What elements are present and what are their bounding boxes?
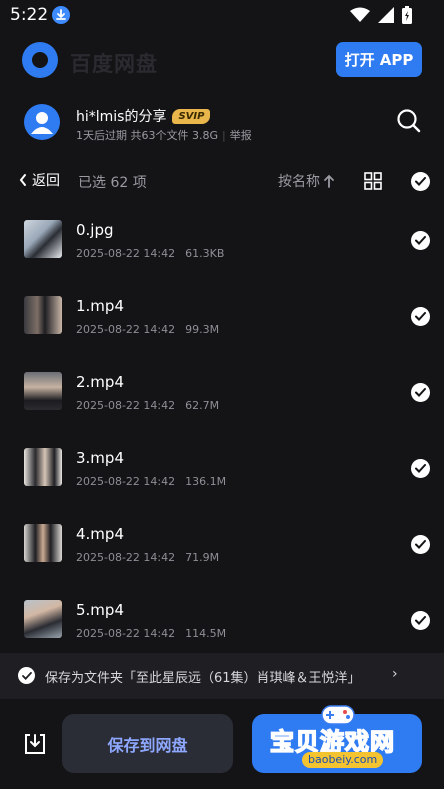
file-date: 2025-08-22 14:42 (76, 323, 176, 336)
search-icon[interactable] (396, 108, 422, 134)
list-toolbar: 返回 已选 62 项 按名称 (0, 164, 444, 198)
report-link[interactable]: 举报 (230, 129, 252, 142)
file-meta: 2025-08-22 14:42 99.3M (76, 323, 219, 336)
file-checkbox[interactable] (411, 383, 430, 402)
file-size: 99.3M (185, 323, 220, 336)
share-header: hi*lmis的分享 SVIP 1天后过期 共63个文件 3.8G | 举报 (0, 96, 444, 152)
status-bar: 5:22 (0, 0, 444, 30)
chevron-left-icon (19, 174, 26, 186)
share-meta: 1天后过期 共63个文件 3.8G | 举报 (76, 127, 252, 143)
brand-name: 百度网盘 (70, 52, 158, 76)
select-all-checkbox[interactable] (411, 172, 430, 191)
file-meta: 2025-08-22 14:42 114.5M (76, 627, 226, 640)
file-meta: 2025-08-22 14:42 71.9M (76, 551, 219, 564)
file-thumbnail (24, 296, 62, 334)
checkmark-icon (21, 671, 32, 680)
file-size: 62.7M (185, 399, 220, 412)
arrow-up-icon (324, 174, 334, 188)
app-logo (22, 42, 58, 78)
share-summary: 共63个文件 3.8G (130, 129, 219, 142)
sort-label: 按名称 (278, 174, 320, 190)
selected-count: 已选 62 项 (78, 175, 147, 191)
file-name: 3.mp4 (76, 449, 124, 467)
checkmark-icon (415, 177, 426, 186)
svip-badge: SVIP (172, 109, 211, 124)
avatar (24, 104, 60, 140)
file-date: 2025-08-22 14:42 (76, 627, 176, 640)
share-title: hi*lmis的分享 SVIP (76, 106, 211, 126)
file-row-3[interactable]: 3.mp4 2025-08-22 14:42 136.1M (0, 430, 444, 506)
file-name: 2.mp4 (76, 373, 124, 391)
file-date: 2025-08-22 14:42 (76, 399, 176, 412)
battery-icon (402, 6, 412, 28)
divider: | (222, 129, 226, 142)
save-as-folder-checkbox[interactable] (18, 667, 35, 684)
file-name: 1.mp4 (76, 297, 124, 315)
file-size: 114.5M (185, 627, 227, 640)
file-size: 71.9M (185, 551, 220, 564)
top-bar: 百度网盘 打开 APP (0, 30, 444, 92)
status-time: 5:22 (10, 5, 49, 25)
file-name: 0.jpg (76, 221, 114, 239)
file-checkbox[interactable] (411, 231, 430, 250)
wifi-icon (350, 7, 370, 27)
file-row-2[interactable]: 2.mp4 2025-08-22 14:42 62.7M (0, 354, 444, 430)
share-expiry: 1天后过期 (76, 129, 127, 142)
checkmark-icon (415, 540, 426, 549)
file-list: 0.jpg 2025-08-22 14:42 61.3KB 1.mp4 2025-… (0, 202, 444, 658)
file-date: 2025-08-22 14:42 (76, 551, 176, 564)
file-checkbox[interactable] (411, 535, 430, 554)
file-row-0[interactable]: 0.jpg 2025-08-22 14:42 61.3KB (0, 202, 444, 278)
checkmark-icon (415, 464, 426, 473)
file-date: 2025-08-22 14:42 (76, 475, 176, 488)
file-size: 136.1M (185, 475, 227, 488)
file-checkbox[interactable] (411, 459, 430, 478)
site-watermark: 宝贝游戏网 baobeiy.com (258, 702, 428, 782)
back-button[interactable]: 返回 (18, 170, 60, 190)
file-meta: 2025-08-22 14:42 61.3KB (76, 247, 224, 260)
file-thumbnail (24, 220, 62, 258)
save-as-folder-label: 保存为文件夹「至此星辰远（61集）肖琪峰＆王悦洋」 (45, 671, 361, 686)
checkmark-icon (415, 312, 426, 321)
file-thumbnail (24, 372, 62, 410)
file-thumbnail (24, 600, 62, 638)
file-name: 5.mp4 (76, 601, 124, 619)
file-row-5[interactable]: 5.mp4 2025-08-22 14:42 114.5M (0, 582, 444, 658)
bottom-action-bar: 保存到网盘 宝贝游戏网 baobeiy.com (0, 700, 444, 789)
save-as-folder-option[interactable]: 保存为文件夹「至此星辰远（61集）肖琪峰＆王悦洋」 › (0, 653, 444, 699)
open-app-button[interactable]: 打开 APP (336, 42, 422, 77)
signal-icon (378, 7, 394, 27)
file-meta: 2025-08-22 14:42 136.1M (76, 475, 226, 488)
save-to-netdisk-button[interactable]: 保存到网盘 (62, 714, 233, 773)
file-date: 2025-08-22 14:42 (76, 247, 176, 260)
file-checkbox[interactable] (411, 611, 430, 630)
download-icon[interactable] (23, 732, 47, 756)
checkmark-icon (415, 616, 426, 625)
checkmark-icon (415, 236, 426, 245)
grid-view-icon[interactable] (364, 172, 382, 190)
file-checkbox[interactable] (411, 307, 430, 326)
chevron-right-icon[interactable]: › (392, 666, 398, 682)
sort-button[interactable]: 按名称 (278, 171, 335, 191)
file-size: 61.3KB (185, 247, 225, 260)
share-owner: hi*lmis的分享 (76, 109, 167, 125)
file-row-1[interactable]: 1.mp4 2025-08-22 14:42 99.3M (0, 278, 444, 354)
file-name: 4.mp4 (76, 525, 124, 543)
watermark-url: baobeiy.com (302, 752, 384, 768)
file-thumbnail (24, 448, 62, 486)
checkmark-icon (415, 388, 426, 397)
download-notification-icon (52, 6, 70, 24)
back-label: 返回 (32, 173, 60, 189)
file-thumbnail (24, 524, 62, 562)
file-row-4[interactable]: 4.mp4 2025-08-22 14:42 71.9M (0, 506, 444, 582)
file-meta: 2025-08-22 14:42 62.7M (76, 399, 219, 412)
